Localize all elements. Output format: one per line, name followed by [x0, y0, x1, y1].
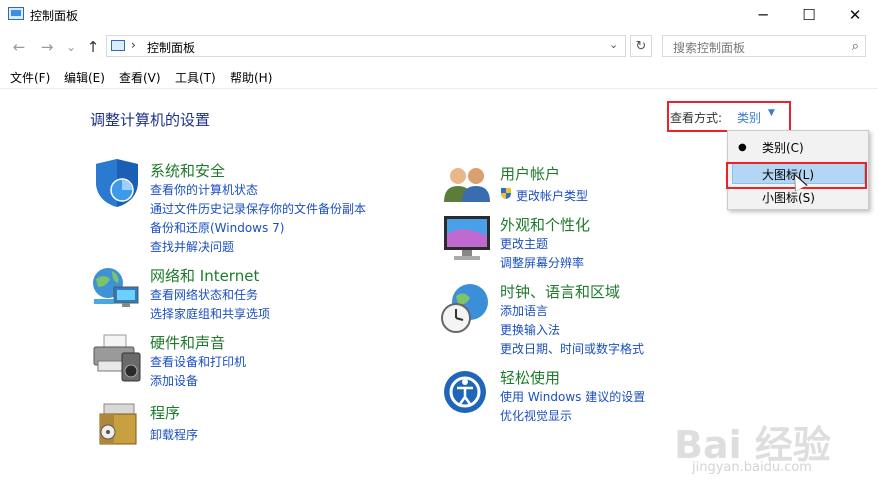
close-button[interactable]: ✕ — [832, 0, 878, 30]
menu-view[interactable]: 查看(V) — [119, 69, 161, 86]
breadcrumb-separator-icon[interactable]: › — [131, 38, 136, 52]
admin-shield-icon — [501, 188, 511, 199]
link-view-computer-status[interactable]: 查看你的计算机状态 — [150, 181, 258, 198]
category-hardware-sound[interactable]: 硬件和声音 — [150, 332, 225, 353]
category-system-security[interactable]: 系统和安全 — [150, 160, 225, 181]
category-network-internet[interactable]: 网络和 Internet — [150, 265, 259, 286]
link-change-theme[interactable]: 更改主题 — [500, 235, 548, 252]
view-by-select[interactable]: 类别 — [737, 109, 761, 126]
recent-locations-icon[interactable]: ⌄ — [62, 38, 80, 56]
category-programs[interactable]: 程序 — [150, 402, 180, 423]
control-panel-icon — [8, 7, 24, 20]
breadcrumb-control-panel[interactable]: 控制面板 — [147, 39, 195, 56]
menu-help[interactable]: 帮助(H) — [230, 69, 272, 86]
user-accounts-icon[interactable] — [442, 164, 492, 204]
view-by-label: 查看方式: — [670, 111, 723, 125]
dropdown-item-category[interactable]: 类别(C) — [762, 139, 804, 156]
link-file-history[interactable]: 通过文件历史记录保存你的文件备份副本 — [150, 200, 366, 217]
network-icon[interactable] — [90, 265, 142, 311]
dropdown-item-small-icons[interactable]: 小图标(S) — [762, 189, 815, 206]
search-icon[interactable]: ⌕ — [852, 39, 859, 54]
menu-file[interactable]: 文件(F) — [10, 69, 50, 86]
menu-bar: 文件(F) 编辑(E) 查看(V) 工具(T) 帮助(H) — [0, 66, 878, 89]
category-appearance[interactable]: 外观和个性化 — [500, 214, 590, 235]
link-backup-restore[interactable]: 备份和还原(Windows 7) — [150, 219, 284, 236]
address-bar[interactable]: › 控制面板 ⌄ — [106, 35, 626, 57]
selected-bullet-icon: ● — [738, 142, 747, 153]
menu-tools[interactable]: 工具(T) — [175, 69, 216, 86]
link-recommended-settings[interactable]: 使用 Windows 建议的设置 — [500, 388, 645, 405]
appearance-monitor-icon[interactable] — [442, 214, 492, 264]
title-bar: 控制面板 ─ ☐ ✕ — [0, 0, 878, 30]
printer-icon[interactable] — [92, 333, 142, 383]
clock-globe-icon[interactable] — [440, 282, 492, 334]
chevron-down-icon[interactable]: ▼ — [768, 108, 775, 118]
link-troubleshoot[interactable]: 查找并解决问题 — [150, 238, 234, 255]
link-network-status[interactable]: 查看网络状态和任务 — [150, 286, 258, 303]
control-panel-small-icon — [111, 40, 125, 51]
refresh-icon[interactable]: ↻ — [630, 35, 652, 57]
category-user-accounts[interactable]: 用户帐户 — [500, 163, 560, 184]
link-change-input-method[interactable]: 更换输入法 — [500, 321, 560, 338]
watermark-url: jingyan.baidu.com — [692, 460, 812, 475]
link-uninstall-program[interactable]: 卸载程序 — [150, 426, 198, 443]
category-ease-of-access[interactable]: 轻松使用 — [500, 367, 560, 388]
menu-edit[interactable]: 编辑(E) — [64, 69, 105, 86]
link-date-time-format[interactable]: 更改日期、时间或数字格式 — [500, 340, 644, 357]
link-change-account-type[interactable]: 更改帐户类型 — [516, 187, 588, 204]
up-icon[interactable]: ↑ — [84, 38, 102, 56]
search-placeholder: 搜索控制面板 — [673, 41, 746, 55]
link-screen-resolution[interactable]: 调整屏幕分辨率 — [500, 254, 584, 271]
window-title: 控制面板 — [30, 9, 79, 23]
back-icon[interactable]: ← — [10, 38, 28, 56]
forward-icon[interactable]: → — [38, 38, 56, 56]
link-devices-printers[interactable]: 查看设备和打印机 — [150, 353, 246, 370]
maximize-button[interactable]: ☐ — [786, 0, 832, 30]
link-homegroup[interactable]: 选择家庭组和共享选项 — [150, 305, 270, 322]
link-add-language[interactable]: 添加语言 — [500, 302, 548, 319]
page-title: 调整计算机的设置 — [90, 111, 211, 129]
programs-icon[interactable] — [96, 402, 142, 446]
search-input[interactable]: 搜索控制面板 ⌕ — [662, 35, 866, 57]
link-add-device[interactable]: 添加设备 — [150, 372, 198, 389]
ease-of-access-icon[interactable] — [442, 369, 488, 415]
shield-icon[interactable] — [92, 158, 142, 208]
minimize-button[interactable]: ─ — [740, 0, 786, 30]
address-dropdown-icon[interactable]: ⌄ — [609, 38, 618, 51]
link-optimize-visual-display[interactable]: 优化视觉显示 — [500, 407, 572, 424]
category-clock-language-region[interactable]: 时钟、语言和区域 — [500, 281, 620, 302]
